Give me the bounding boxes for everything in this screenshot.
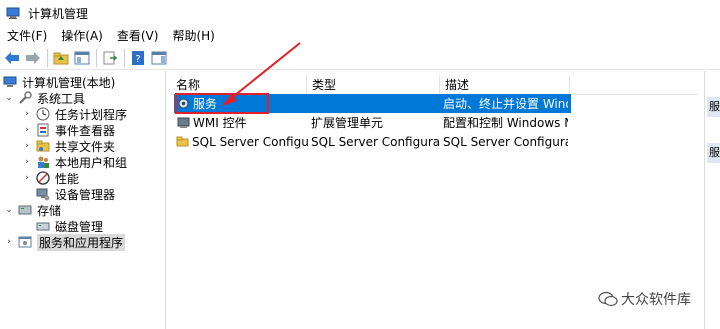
svg-text:?: ? <box>135 54 140 65</box>
computer-management-icon <box>6 6 20 20</box>
tools-icon <box>17 91 33 105</box>
wechat-icon <box>598 291 618 307</box>
forward-button[interactable] <box>23 48 43 68</box>
chevron-right-icon[interactable]: › <box>4 237 14 247</box>
chevron-right-icon[interactable]: › <box>22 173 32 183</box>
chevron-down-icon[interactable]: ⌄ <box>4 93 14 103</box>
column-header-description[interactable]: 描述 <box>440 75 570 95</box>
row-description: SQL Server Configurati... <box>443 134 568 149</box>
row-type: SQL Server Configurati... <box>311 134 440 149</box>
row-type: 扩展管理单元 <box>311 116 384 130</box>
show-hide-tree-button[interactable] <box>72 48 92 68</box>
tree-item-system-tools[interactable]: ⌄ 系统工具 <box>4 90 85 106</box>
actions-pane: 服 服 <box>704 71 720 329</box>
help-button[interactable]: ? <box>128 48 148 68</box>
show-hide-tree-icon <box>74 51 90 64</box>
row-name: SQL Server Configura... <box>192 134 308 149</box>
annotation-highlight-box <box>175 93 269 114</box>
action-pane-button[interactable] <box>149 48 169 68</box>
navigation-tree: 计算机管理(本地) ⌄ 系统工具 › 任务计划程序 › 事件查看器 › 共享文件… <box>0 71 166 329</box>
device-manager-icon <box>35 187 51 201</box>
folder-icon <box>176 135 189 149</box>
export-list-button[interactable] <box>100 48 120 68</box>
row-description: 配置和控制 Windows M... <box>443 116 568 130</box>
tree-item-device-manager[interactable]: 设备管理器 <box>35 186 115 202</box>
computer-icon <box>2 75 18 89</box>
users-icon <box>35 155 51 169</box>
event-viewer-icon <box>35 123 51 137</box>
column-header-name[interactable]: 名称 <box>171 75 307 95</box>
window-title: 计算机管理 <box>28 6 89 21</box>
toolbar-separator <box>124 48 125 67</box>
wmi-control-icon <box>176 116 190 130</box>
tree-item-performance[interactable]: › 性能 <box>22 170 79 186</box>
toolbar-separator <box>47 48 48 67</box>
chevron-right-icon[interactable]: › <box>22 109 32 119</box>
tree-item-task-scheduler[interactable]: › 任务计划程序 <box>22 106 127 122</box>
list-row-wmi[interactable]: WMI 控件 扩展管理单元 配置和控制 Windows M... <box>174 113 571 132</box>
tree-item-disk-management[interactable]: 磁盘管理 <box>35 218 103 234</box>
chevron-right-icon[interactable]: › <box>22 141 32 151</box>
list-row-sql-server[interactable]: SQL Server Configura... SQL Server Confi… <box>174 132 571 151</box>
storage-icon <box>17 203 33 217</box>
action-tab-services[interactable]: 服 <box>707 97 720 117</box>
performance-icon <box>35 171 51 185</box>
shared-folder-icon <box>35 139 51 153</box>
tree-item-services-apps[interactable]: › 服务和应用程序 <box>4 233 126 251</box>
forward-arrow-icon <box>26 51 40 64</box>
back-arrow-icon <box>5 51 19 64</box>
watermark-text: 大众软件库 <box>621 292 691 308</box>
title-bar: 计算机管理 <box>0 0 720 26</box>
disk-icon <box>35 219 51 233</box>
action-tab-more[interactable]: 服 <box>707 143 720 163</box>
chevron-down-icon[interactable]: ⌄ <box>4 205 14 215</box>
chevron-right-icon[interactable]: › <box>22 125 32 135</box>
menu-view[interactable]: 查看(V) <box>110 26 166 46</box>
chevron-right-icon[interactable]: › <box>22 157 32 167</box>
column-header-type[interactable]: 类型 <box>307 75 440 95</box>
row-name: WMI 控件 <box>193 116 247 130</box>
menu-help[interactable]: 帮助(H) <box>165 26 221 46</box>
menu-action[interactable]: 操作(A) <box>54 26 110 46</box>
up-folder-icon <box>53 52 69 64</box>
help-icon: ? <box>132 50 144 65</box>
action-pane-icon <box>151 51 167 64</box>
watermark: 大众软件库 <box>598 288 691 310</box>
tree-item-local-users[interactable]: › 本地用户和组 <box>22 154 127 170</box>
tree-item-shared-folders[interactable]: › 共享文件夹 <box>22 138 115 154</box>
up-button[interactable] <box>51 48 71 68</box>
list-header: 名称 类型 描述 <box>171 75 698 95</box>
services-apps-icon <box>17 235 33 249</box>
back-button[interactable] <box>2 48 22 68</box>
toolbar: ? <box>0 46 720 70</box>
tree-item-storage[interactable]: ⌄ 存储 <box>4 202 61 218</box>
menu-file[interactable]: 文件(F) <box>0 26 54 46</box>
row-description: 启动、终止并设置 Wind... <box>443 97 568 111</box>
menu-bar: 文件(F) 操作(A) 查看(V) 帮助(H) <box>0 26 720 46</box>
toolbar-separator <box>96 48 97 67</box>
export-list-icon <box>103 51 118 64</box>
clock-icon <box>35 107 51 121</box>
tree-item-event-viewer[interactable]: › 事件查看器 <box>22 122 115 138</box>
tree-item-root[interactable]: 计算机管理(本地) <box>2 74 115 90</box>
